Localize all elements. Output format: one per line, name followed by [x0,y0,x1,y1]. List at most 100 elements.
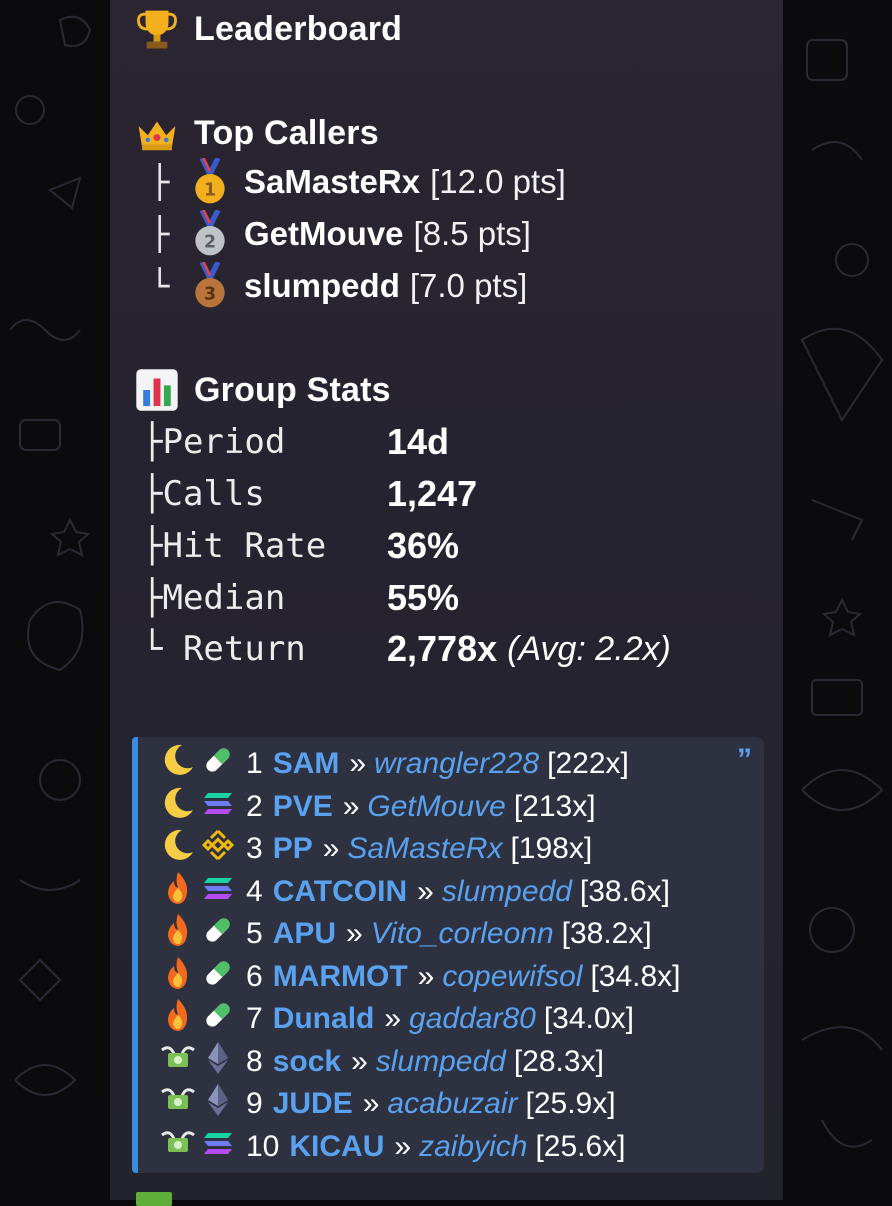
separator: » [417,874,434,908]
stat-row-median: ├Median 55% [142,573,459,623]
money-wings-icon [160,1082,200,1126]
chat-wallpaper-right [800,39,884,1148]
token-link[interactable]: JUDE [273,1087,353,1121]
caller-link[interactable]: slumpedd [376,1045,506,1079]
call-multiplier: [38.2x] [561,917,652,950]
token-link[interactable]: APU [273,917,336,951]
stat-row-hit-rate: ├Hit Rate 36% [142,521,459,571]
call-row: 4 CATCOIN » slumpedd [38.6x] [160,871,670,913]
leaderboard-header: Leaderboard [134,6,402,52]
call-rank: 2 [246,789,263,823]
fire-icon [160,997,200,1041]
stat-label: └ Return [142,629,306,669]
token-link[interactable]: sock [273,1045,341,1079]
solana-icon [200,1125,240,1169]
fire-icon [160,955,200,999]
caller-link[interactable]: SaMasteRx [347,832,502,866]
separator: » [342,789,360,823]
call-multiplier: [222x] [547,747,629,780]
svg-text:2: 2 [204,232,216,252]
call-rank: 8 [246,1044,263,1078]
stat-value: 1,247 [387,473,478,514]
call-rank: 4 [246,874,263,908]
call-rank: 9 [246,1087,263,1120]
call-rank: 10 [246,1129,280,1163]
call-row: 10 KICAU » zaibyich [25.6x] [160,1126,626,1168]
caller-link[interactable]: GetMouve [367,790,505,824]
stat-value: 36% [387,525,460,566]
fire-icon [160,870,200,914]
stat-row-calls: ├Calls 1,247 [142,469,477,519]
quote-icon: ” [737,743,752,776]
ethereum-icon [200,1040,240,1084]
chat-wallpaper-left [9,15,92,1096]
separator: » [346,917,363,950]
silver-medal-icon: 2 [195,210,225,256]
stat-row-period: ├Period 14d [142,417,449,467]
pill-icon [200,955,240,999]
stat-value: 55% [387,577,460,618]
caller-name[interactable]: GetMouve [244,215,404,253]
svg-text:3: 3 [204,284,216,304]
stat-label: ├Period [142,422,286,462]
token-link[interactable]: SAM [273,747,340,781]
caller-link[interactable]: zaibyich [419,1130,527,1164]
token-link[interactable]: KICAU [289,1130,384,1164]
call-row: 3 PP » SaMasteRx [198x] [160,828,592,870]
stat-value: 2,778x [387,628,498,669]
money-stack-icon [136,1192,172,1206]
caller-points: [12.0 pts] [430,163,566,200]
crown-icon [138,121,176,151]
call-rank: 7 [246,1002,263,1035]
message-bubble: Leaderboard Top Callers ├ 1 SaMasteRx [1… [110,0,783,1206]
call-multiplier: [25.9x] [525,1087,616,1120]
svg-text:1: 1 [204,180,216,200]
caller-points: [7.0 pts] [409,267,528,304]
caller-link[interactable]: Vito_corleonn [371,917,554,951]
call-row: 8 sock » slumpedd [28.3x] [160,1041,604,1083]
token-link[interactable]: PP [273,832,313,866]
caller-link[interactable]: slumpedd [442,875,572,909]
call-row: 1 SAM » wrangler228 [222x] [160,743,629,785]
moon-icon [160,742,200,786]
money-wings-icon [160,1125,200,1169]
top-callers-header: Top Callers [134,110,379,156]
caller-link[interactable]: gaddar80 [409,1002,536,1036]
caller-link[interactable]: acabuzair [387,1087,517,1121]
trophy-icon [137,10,177,49]
token-link[interactable]: CATCOIN [273,875,407,909]
stat-average: (Avg: 2.2x) [507,629,671,668]
call-multiplier: [213x] [513,789,596,823]
call-rank: 5 [246,917,263,950]
call-multiplier: [28.3x] [513,1044,604,1078]
caller-row-3: └ 3 slumpedd [7.0 pts] [150,262,527,310]
stat-label: ├Median [142,578,286,618]
caller-link[interactable]: wrangler228 [374,747,539,781]
call-row: 5 APU » Vito_corleonn [38.2x] [160,913,652,955]
call-multiplier: [34.8x] [590,959,681,993]
caller-points: [8.5 pts] [413,215,531,252]
token-link[interactable]: PVE [273,790,333,824]
gold-medal-icon: 1 [195,158,225,204]
pill-icon [200,912,240,956]
call-multiplier: [25.6x] [535,1129,626,1163]
separator: » [351,1044,368,1078]
token-link[interactable]: MARMOT [273,960,408,994]
call-row: 2 PVE » GetMouve [213x] [160,786,596,828]
call-multiplier: [198x] [510,832,593,865]
tree-branch: ├ [150,215,170,253]
solana-icon [200,785,240,829]
token-link[interactable]: Dunald [273,1002,375,1036]
call-multiplier: [34.0x] [543,1002,634,1035]
caller-name[interactable]: SaMasteRx [244,163,420,201]
separator: » [394,1129,412,1163]
bar-chart-icon [136,369,178,411]
caller-name[interactable]: slumpedd [244,267,400,305]
caller-row-2: ├ 2 GetMouve [8.5 pts] [150,210,531,258]
calls-quote-block[interactable]: ” 1 SAM» wrangler228 [222x] 2 PVE» GetMouve [21… [132,737,764,1173]
stat-label: ├Calls [142,474,265,514]
caller-link[interactable]: copewifsol [442,960,582,994]
moon-icon [160,785,200,829]
separator: » [417,959,435,993]
group-stats-header: Group Stats [134,367,391,413]
